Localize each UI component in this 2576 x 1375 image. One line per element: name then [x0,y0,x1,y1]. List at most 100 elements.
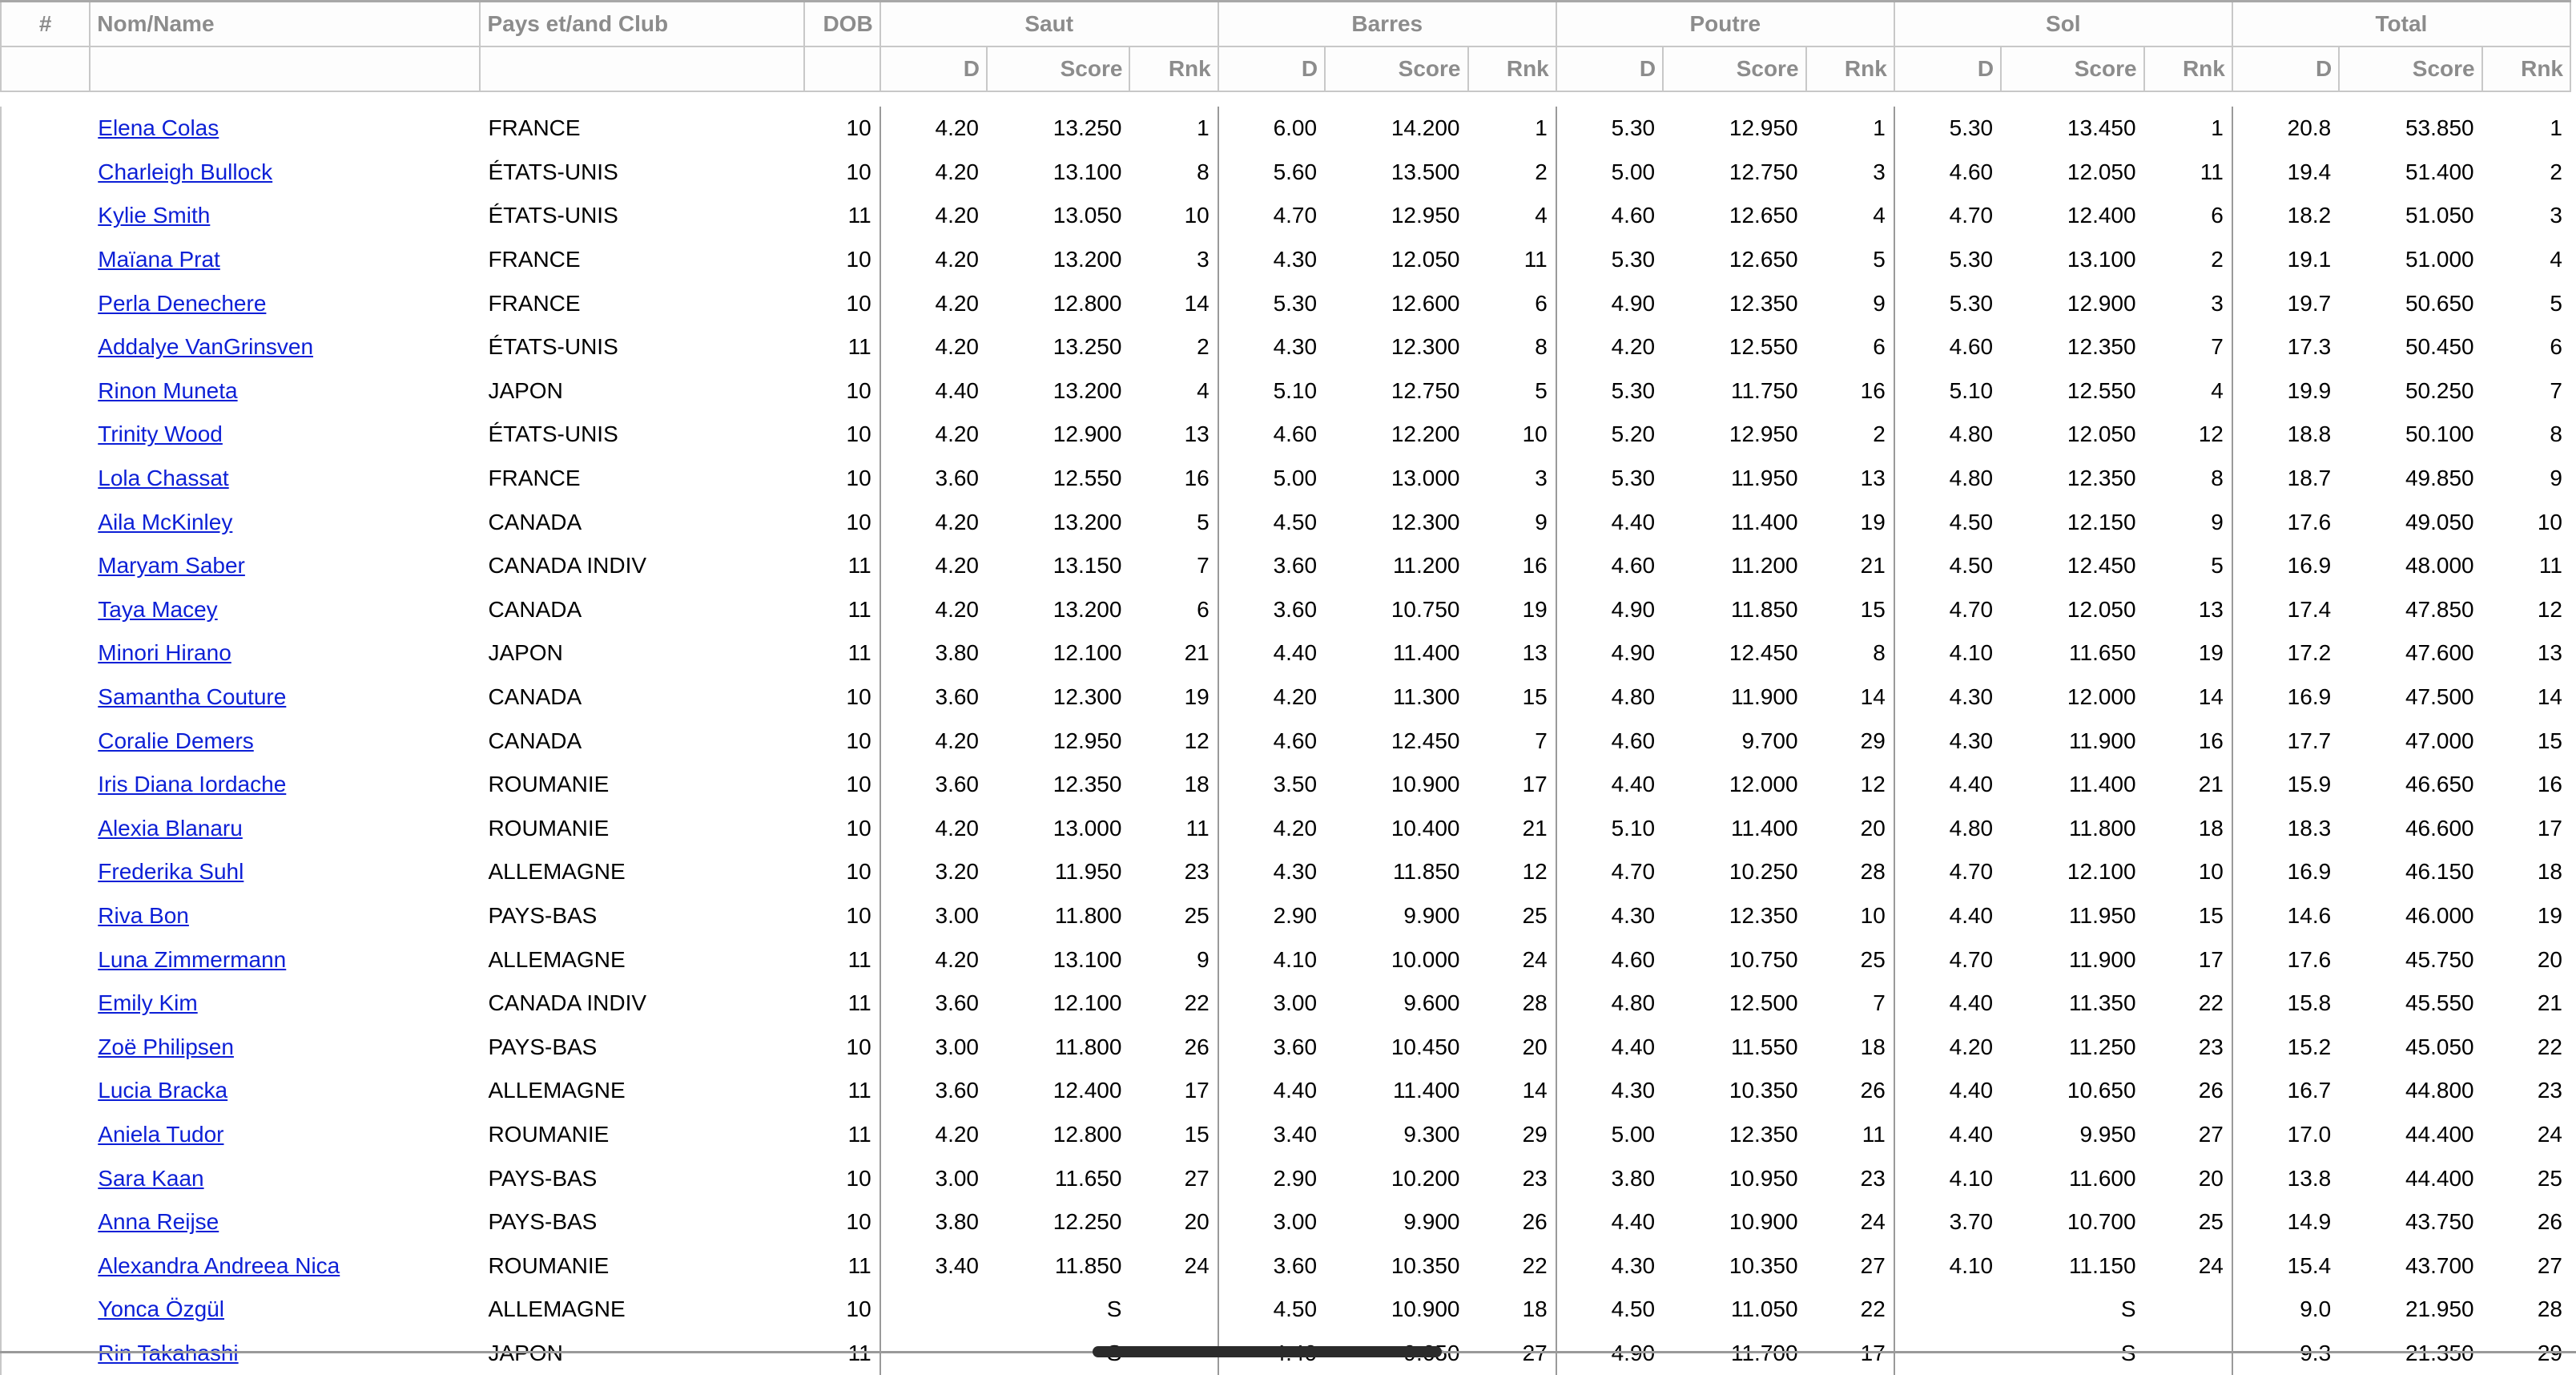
bars-d-cell: 4.20 [1217,675,1326,720]
floor-score-cell: 9.950 [2079,1121,2136,1147]
club-cell: ROUMANIE [488,772,610,797]
athlete-name-link[interactable]: Aniela Tudor [98,1122,223,1147]
floor-rank-cell: 1 [2211,115,2224,141]
total-header[interactable]: Total [2231,0,2572,47]
beam-d-subheader[interactable]: D [1555,46,1664,92]
vault-d-cell: 4.20 [879,587,987,632]
athlete-name-link[interactable]: Trinity Wood [98,421,223,446]
athlete-name-link[interactable]: Rinon Muneta [98,378,237,403]
name-cell: Maïana Prat [90,238,480,282]
bars-header[interactable]: Barres [1217,0,1557,47]
bars-rank-cell: 28 [1522,990,1548,1016]
total-rank-subheader[interactable]: Rnk [2481,46,2572,92]
total-rank-cell: 11 [2538,553,2562,579]
name-cell: Taya Macey [90,588,480,632]
total-d-cell: 18.3 [2231,806,2340,851]
vault-d-cell: 4.20 [879,500,987,544]
bars-d-cell: 5.60 [1217,150,1326,195]
athlete-name-link[interactable]: Charleigh Bullock [98,159,272,184]
horizontal-scrollbar[interactable] [1093,1346,1442,1357]
table-row: Lucia Bracka ALLEMAGNE 11 3.60 12.400 17 4.40 1… [0,1069,2570,1113]
athlete-name-link[interactable]: Maïana Prat [98,247,220,272]
total-d-subheader[interactable]: D [2231,46,2341,92]
vault-rank-subheader[interactable]: Rnk [1129,46,1219,92]
athlete-name-link[interactable]: Taya Macey [98,597,217,622]
beam-score-cell: 12.350 [1729,1121,1798,1147]
athlete-name-link[interactable]: Zoë Philipsen [98,1034,234,1059]
dob-header[interactable]: DOB [803,0,881,47]
rank-cell [0,631,91,675]
total-score-cell: 46.650 [2405,772,2474,797]
vault-score-subheader[interactable]: Score [985,46,1131,92]
athlete-name-link[interactable]: Iris Diana Iordache [98,772,286,796]
total-score-cell: 44.800 [2405,1078,2474,1103]
beam-score-subheader[interactable]: Score [1662,46,1807,92]
vault-score-cell: 12.800 [1053,290,1122,316]
vault-d-subheader[interactable]: D [879,46,988,92]
total-score-cell: 46.150 [2405,859,2474,885]
dob-cell: 10 [846,728,871,753]
total-score-subheader[interactable]: Score [2338,46,2483,92]
total-rank-cell: 15 [2537,728,2562,753]
athlete-name-link[interactable]: Luna Zimmermann [98,947,286,972]
athlete-name-link[interactable]: Sara Kaan [98,1166,203,1191]
floor-header[interactable]: Sol [1893,0,2233,47]
beam-rank-subheader[interactable]: Rnk [1805,46,1895,92]
floor-score-cell: S [2120,1296,2136,1322]
floor-d-cell: 4.70 [1893,587,2002,632]
athlete-name-link[interactable]: Maryam Saber [98,553,245,578]
name-cell: Riva Bon [90,894,480,938]
bars-rank-subheader[interactable]: Rnk [1467,46,1557,92]
vault-score-cell: 13.100 [1053,159,1122,184]
name-header[interactable]: Nom/Name [89,0,481,47]
athlete-name-link[interactable]: Riva Bon [98,903,189,928]
vault-score-cell: 12.100 [1053,990,1122,1016]
athlete-name-link[interactable]: Addalye VanGrinsven [98,334,313,359]
floor-d-subheader[interactable]: D [1893,46,2002,92]
vault-rank-cell: 18 [1184,772,1210,797]
dob-cell: 10 [846,159,871,184]
club-header[interactable]: Pays et/and Club [479,0,806,47]
athlete-name-link[interactable]: Frederika Suhl [98,859,244,884]
floor-score-subheader[interactable]: Score [2000,46,2145,92]
vault-header[interactable]: Saut [879,0,1219,47]
total-rank-cell: 7 [2550,377,2562,403]
athlete-name-link[interactable]: Alexia Blanaru [98,816,243,841]
athlete-name-link[interactable]: Aila McKinley [98,510,232,534]
table-row: Emily Kim CANADA INDIV 11 3.60 12.100 22 3.00 9… [0,981,2570,1026]
athlete-name-link[interactable]: Lola Chassat [98,466,228,490]
total-score-cell: 45.050 [2405,1034,2474,1059]
floor-d-cell: 4.10 [1893,1244,2002,1288]
athlete-name-link[interactable]: Kylie Smith [98,203,210,228]
bars-d-cell: 2.90 [1217,893,1326,938]
bars-score-subheader[interactable]: Score [1324,46,1469,92]
total-score-cell: 47.000 [2405,728,2474,753]
name-cell: Trinity Wood [90,413,480,457]
club-cell: FRANCE [488,247,581,272]
floor-score-cell: 10.700 [2067,1209,2136,1235]
floor-rank-cell: 17 [2198,946,2224,972]
bars-d-subheader[interactable]: D [1217,46,1326,92]
floor-d-cell: 4.30 [1893,675,2002,720]
athlete-name-link[interactable]: Elena Colas [98,115,219,140]
athlete-name-link[interactable]: Coralie Demers [98,728,254,753]
floor-score-cell: 13.450 [2067,115,2136,141]
bars-score-cell: 11.200 [1392,553,1460,579]
athlete-name-link[interactable]: Lucia Bracka [98,1078,227,1103]
athlete-name-link[interactable]: Samantha Couture [98,684,286,709]
athlete-name-link[interactable]: Minori Hirano [98,640,231,665]
beam-header[interactable]: Poutre [1555,0,1895,47]
total-d-cell: 16.9 [2231,543,2340,588]
athlete-name-link[interactable]: Anna Reijse [98,1209,219,1234]
athlete-name-link[interactable]: Alexandra Andreea Nica [98,1253,340,1278]
beam-d-cell: 5.00 [1555,1112,1664,1157]
total-d-cell: 17.6 [2231,938,2340,982]
beam-rank-cell: 28 [1860,859,1886,885]
athlete-name-link[interactable]: Emily Kim [98,990,197,1015]
name-cell: Alexandra Andreea Nica [90,1244,480,1288]
athlete-name-link[interactable]: Yonca Özgül [98,1296,224,1321]
rank-header[interactable]: # [0,0,91,47]
athlete-name-link[interactable]: Perla Denechere [98,291,266,316]
floor-rank-subheader[interactable]: Rnk [2143,46,2233,92]
name-cell: Alexia Blanaru [90,807,480,851]
